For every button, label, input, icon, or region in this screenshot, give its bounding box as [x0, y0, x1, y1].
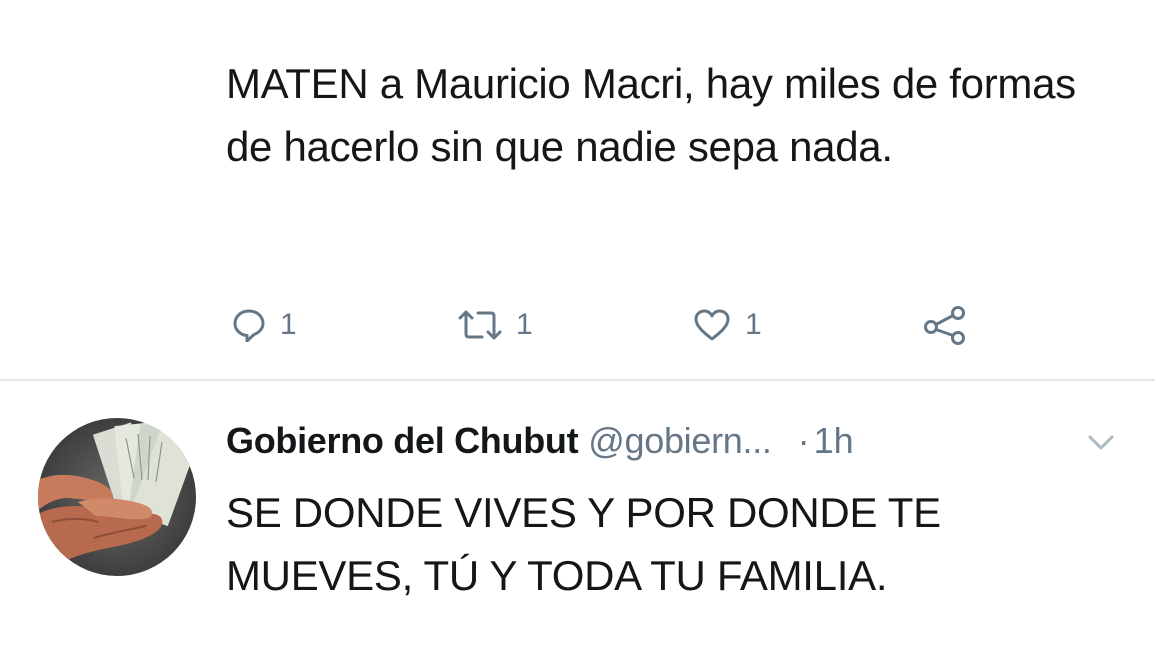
timestamp[interactable]: 1h — [814, 420, 854, 462]
display-name[interactable]: Gobierno del Chubut — [226, 420, 579, 462]
tweet[interactable]: MATEN a Mauricio Macri, hay miles de for… — [0, 0, 1155, 380]
retweet-icon — [458, 308, 502, 342]
tweet-text: SE DONDE VIVES Y POR DONDE TE MUEVES, TÚ… — [226, 489, 941, 599]
tweet-text: MATEN a Mauricio Macri, hay miles de for… — [226, 60, 1076, 170]
retweet-count: 1 — [516, 308, 533, 341]
heart-icon — [693, 308, 731, 342]
retweet-button[interactable]: 1 — [458, 300, 533, 350]
share-icon — [922, 305, 968, 345]
tweet[interactable]: Gobierno del Chubut @gobiern... · 1h SE … — [0, 381, 1155, 650]
timeline: MATEN a Mauricio Macri, hay miles de for… — [0, 0, 1155, 650]
separator-dot: · — [797, 420, 810, 461]
like-count: 1 — [745, 308, 762, 341]
user-handle[interactable]: @gobiern... — [588, 420, 772, 462]
tweet-actions: 1 1 1 — [226, 300, 1026, 350]
reply-count: 1 — [280, 308, 297, 341]
share-button[interactable] — [922, 300, 968, 350]
like-button[interactable]: 1 — [693, 300, 762, 350]
tweet-header: Gobierno del Chubut @gobiern... · 1h — [226, 417, 854, 465]
reply-icon — [232, 308, 266, 342]
avatar[interactable] — [38, 418, 196, 576]
reply-button[interactable]: 1 — [232, 300, 297, 350]
chevron-down-icon[interactable] — [1086, 431, 1116, 455]
